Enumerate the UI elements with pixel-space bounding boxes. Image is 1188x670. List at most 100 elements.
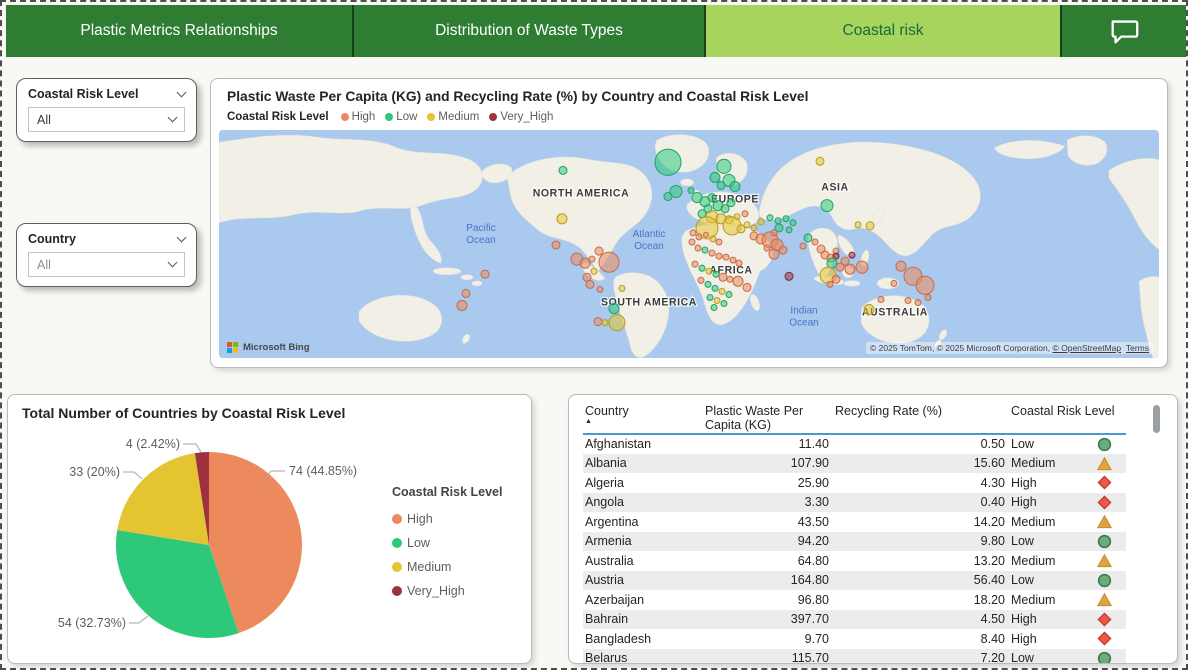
map-legend-item-very-high[interactable]: Very_High [489, 111, 553, 123]
map-bubble[interactable] [732, 275, 744, 287]
map-bubble[interactable] [694, 244, 702, 252]
map-legend-item-low[interactable]: Low [385, 111, 417, 123]
map-bubble[interactable] [848, 251, 856, 259]
terms-link[interactable]: Terms [1126, 343, 1149, 353]
comments-button[interactable] [1062, 5, 1186, 57]
tab-coastal-risk[interactable]: Coastal risk [706, 5, 1062, 57]
pie-legend-item-high[interactable]: High [392, 507, 524, 531]
map-bubble[interactable] [689, 229, 697, 237]
table-row-azerbaijan[interactable]: Azerbaijan 96.80 18.20 Medium [583, 590, 1126, 610]
country-dropdown[interactable]: All [28, 252, 185, 277]
map-bubble[interactable] [835, 262, 845, 272]
map-bubble[interactable] [863, 304, 875, 316]
map-bubble[interactable] [785, 226, 793, 234]
map-bubble[interactable] [729, 180, 741, 193]
map-bubble[interactable] [594, 246, 604, 256]
pie-legend-item-medium[interactable]: Medium [392, 555, 524, 579]
table-row-argentina[interactable]: Argentina 43.50 14.20 Medium [583, 512, 1126, 532]
table-row-bahrain[interactable]: Bahrain 397.70 4.50 High [583, 609, 1126, 629]
map-bubble[interactable] [726, 275, 734, 283]
map-bubble[interactable] [596, 285, 604, 293]
map-bubble[interactable] [815, 156, 825, 166]
map-bubble[interactable] [718, 272, 728, 282]
map-bubble[interactable] [716, 158, 732, 174]
openstreetmap-link[interactable]: © OpenStreetMap [1052, 343, 1121, 353]
pie-slice-medium[interactable] [117, 453, 209, 545]
map-bubble[interactable] [774, 217, 782, 225]
map-bubble[interactable] [924, 293, 932, 301]
map-bubble[interactable] [703, 231, 709, 238]
map-bubble[interactable] [709, 235, 717, 243]
map-bubble[interactable] [687, 187, 695, 195]
table-row-angola[interactable]: Angola 3.30 0.40 High [583, 492, 1126, 512]
map-bubble[interactable] [718, 287, 726, 295]
map-bubble[interactable] [691, 260, 699, 268]
map-bubble[interactable] [742, 282, 752, 292]
map-bubble[interactable] [585, 279, 595, 289]
map-bubble[interactable] [654, 148, 682, 176]
map-bubble[interactable] [914, 298, 922, 307]
map-bubble[interactable] [601, 319, 609, 327]
map-bubble[interactable] [904, 296, 912, 305]
map-bubble[interactable] [598, 251, 620, 273]
map-bubble[interactable] [608, 314, 626, 332]
map-bubble[interactable] [831, 274, 841, 284]
map-bubble[interactable] [743, 221, 751, 229]
map-bubble[interactable] [778, 245, 788, 255]
map-bubble[interactable] [711, 284, 719, 292]
map-bubble[interactable] [811, 238, 819, 246]
table-row-belarus[interactable]: Belarus 115.70 7.20 Low [583, 648, 1126, 663]
map-bubble[interactable] [695, 233, 703, 241]
table-row-afghanistan[interactable]: Afghanistan 11.40 0.50 Low [583, 434, 1126, 454]
map-bubble[interactable] [726, 198, 736, 208]
map-bubble[interactable] [844, 263, 856, 275]
column-header-coastal-risk-level[interactable]: Coastal Risk Level [1009, 401, 1126, 435]
map-bubble[interactable] [789, 219, 797, 227]
map-bubble[interactable] [698, 264, 706, 272]
map-bubble[interactable] [715, 238, 723, 246]
column-header-recycling-rate[interactable]: Recycling Rate (%) [833, 401, 1009, 435]
map-bubble[interactable] [551, 240, 561, 250]
table-row-algeria[interactable]: Algeria 25.90 4.30 High [583, 473, 1126, 493]
map-bubble[interactable] [826, 280, 834, 288]
map-bubble[interactable] [715, 252, 723, 260]
map-bubble[interactable] [593, 317, 603, 327]
map-bubble[interactable] [820, 199, 834, 213]
map-bubble[interactable] [741, 210, 749, 218]
map-bubble[interactable] [803, 233, 813, 243]
map-bubble[interactable] [716, 180, 726, 191]
map-bubble[interactable] [704, 280, 712, 288]
tab-distribution-of-waste-types[interactable]: Distribution of Waste Types [354, 5, 706, 57]
map-bubble[interactable] [735, 259, 743, 267]
map-bubble[interactable] [877, 295, 885, 304]
map-bubble[interactable] [701, 246, 709, 254]
map-legend-item-medium[interactable]: Medium [427, 111, 479, 123]
table-row-australia[interactable]: Australia 64.80 13.20 Medium [583, 551, 1126, 571]
chevron-down-icon[interactable] [176, 232, 187, 242]
map-bubble[interactable] [725, 290, 733, 298]
map-bubble[interactable] [770, 229, 778, 237]
map-bubble[interactable] [757, 218, 765, 226]
map-bubble[interactable] [697, 276, 705, 284]
map-bubble[interactable] [608, 303, 620, 315]
map-bubble[interactable] [720, 204, 730, 214]
map-bubble[interactable] [556, 213, 568, 225]
map-bubble[interactable] [915, 275, 935, 295]
map-bubble[interactable] [588, 255, 596, 263]
map-legend-item-high[interactable]: High [340, 111, 375, 123]
map-bubble[interactable] [722, 253, 730, 261]
table-row-armenia[interactable]: Armenia 94.20 9.80 Low [583, 531, 1126, 551]
map-bubble[interactable] [710, 304, 718, 312]
pie-legend-item-very-high[interactable]: Very_High [392, 579, 524, 603]
map-bubble[interactable] [461, 288, 471, 298]
map-bubble[interactable] [799, 242, 807, 250]
map-bubble[interactable] [618, 284, 626, 292]
map-bubble[interactable] [708, 249, 716, 257]
chevron-down-icon[interactable] [176, 87, 187, 97]
table-scrollbar[interactable] [1153, 405, 1160, 433]
world-map[interactable]: NORTH AMERICA EUROPE ASIA AFRICA SOUTH AMERI… [219, 130, 1159, 358]
map-bubble[interactable] [663, 192, 673, 202]
map-bubble[interactable] [456, 299, 468, 312]
coastal-risk-level-dropdown[interactable]: All [28, 107, 185, 132]
pie-legend-item-low[interactable]: Low [392, 531, 524, 555]
